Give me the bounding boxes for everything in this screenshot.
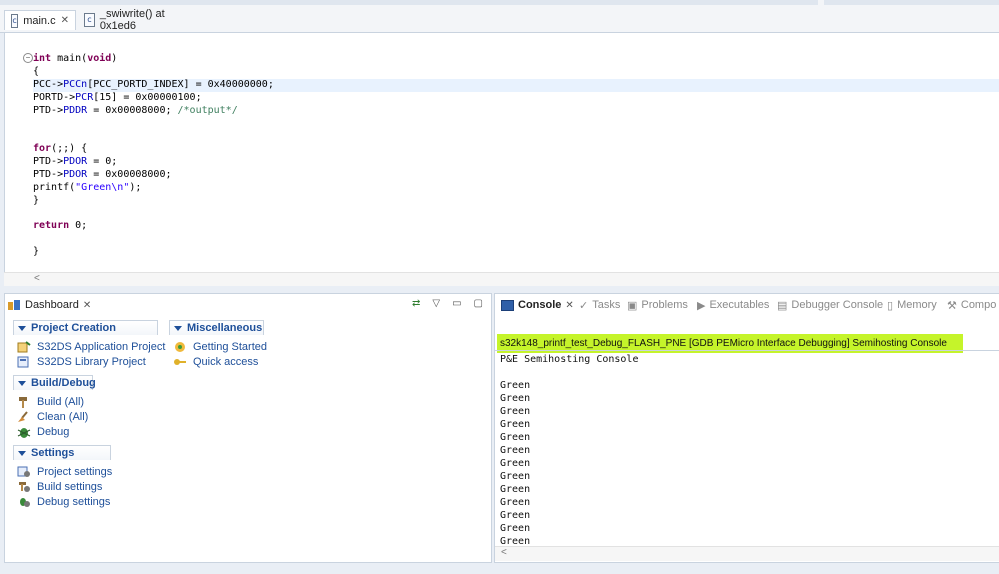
code-line: PTD->PDDR = 0x00008000; /*output*/: [33, 105, 238, 116]
code-line: PCC->PCCn[PCC_PORTD_INDEX] = 0x40000000;: [33, 79, 274, 90]
console-line: Green: [500, 419, 531, 430]
link-build-all[interactable]: Build (All): [17, 396, 84, 408]
collapse-icon: [18, 380, 26, 386]
section-miscellaneous[interactable]: Miscellaneous: [169, 320, 264, 335]
debug-settings-icon: [17, 496, 31, 508]
code-line: }: [33, 246, 40, 257]
broom-icon: [17, 411, 31, 423]
tab-console[interactable]: Console ✕: [501, 296, 574, 314]
hammer-icon: [17, 396, 31, 408]
memory-icon: ▯: [887, 299, 894, 312]
code-line: PTD->PDOR = 0x00008000;: [33, 169, 172, 180]
editor-horizontal-scrollbar[interactable]: <: [4, 272, 999, 286]
console-line: Green: [500, 510, 531, 521]
code-editor[interactable]: − int main(void) { PCC->PCCn[PCC_PORTD_I…: [4, 33, 999, 285]
link-quick-access[interactable]: Quick access: [173, 356, 258, 368]
scroll-left-icon[interactable]: <: [501, 547, 507, 558]
close-icon[interactable]: ✕: [565, 300, 573, 311]
close-icon[interactable]: ✕: [61, 15, 69, 26]
tab-debugger-console[interactable]: ▤ Debugger Console: [777, 296, 883, 314]
divider: [495, 350, 999, 351]
link-s32ds-library-project[interactable]: S32DS Library Project: [17, 356, 146, 368]
tab-dashboard[interactable]: Dashboard ✕: [7, 296, 91, 314]
code-line: PTD->PDOR = 0;: [33, 156, 118, 167]
key-icon: [173, 356, 187, 368]
console-line: Green: [500, 393, 531, 404]
console-line: Green: [500, 380, 531, 391]
code-line: int main(void): [33, 53, 118, 64]
console-line: Green: [500, 497, 531, 508]
tab-tasks[interactable]: ✓ Tasks: [579, 296, 620, 314]
collapse-icon: [18, 325, 26, 331]
dashboard-panel: Dashboard ✕ ⇄ ▽ ▭ ▢ Project Creation S32…: [4, 293, 492, 563]
console-line: Green: [500, 445, 531, 456]
section-settings[interactable]: Settings: [13, 445, 111, 460]
console-line: Green: [500, 432, 531, 443]
scroll-left-icon[interactable]: <: [34, 273, 40, 284]
code-line: }: [33, 195, 40, 206]
new-project-icon: [17, 341, 31, 353]
console-line: Green: [500, 458, 531, 469]
console-line: Green: [500, 484, 531, 495]
maximize-icon[interactable]: ▢: [474, 298, 483, 309]
debugger-console-icon: ▤: [777, 299, 788, 312]
section-build-debug[interactable]: Build/Debug: [13, 375, 96, 390]
collapse-icon: [174, 325, 182, 331]
link-clean-all[interactable]: Clean (All): [17, 411, 88, 423]
console-line: Green: [500, 523, 531, 534]
view-toolbar: ⇄ ▽ ▭ ▢: [412, 298, 483, 309]
console-line: Green: [500, 471, 531, 482]
executables-icon: ▶: [697, 299, 706, 312]
code-line: PORTD->PCR[15] = 0x00000100;: [33, 92, 202, 103]
tasks-icon: ✓: [579, 299, 589, 312]
console-horizontal-scrollbar[interactable]: <: [495, 546, 999, 561]
console-line: P&E Semihosting Console: [500, 354, 639, 365]
new-view-icon[interactable]: ⇄: [412, 298, 420, 309]
code-line: for(;;) {: [33, 143, 88, 154]
c-file-icon: c: [11, 13, 19, 28]
tab-main-c[interactable]: c main.c ✕: [4, 10, 76, 30]
link-debug[interactable]: Debug: [17, 426, 69, 438]
console-icon: [501, 299, 514, 311]
code-line: {: [33, 66, 40, 77]
view-menu-icon[interactable]: ▽: [432, 298, 440, 309]
getting-started-icon: [173, 341, 187, 353]
section-project-creation[interactable]: Project Creation: [13, 320, 158, 335]
top-strip: [0, 0, 818, 5]
top-strip-right: [824, 0, 999, 5]
link-project-settings[interactable]: Project settings: [17, 466, 112, 478]
fold-collapse-icon[interactable]: −: [23, 53, 33, 63]
c-file-icon: c: [84, 13, 95, 27]
tab-executables[interactable]: ▶ Executables: [697, 296, 769, 314]
console-line: Green: [500, 406, 531, 417]
tab-swiwrite[interactable]: c _swiwrite() at 0x1ed6: [78, 8, 198, 32]
tab-memory[interactable]: ▯ Memory: [887, 296, 937, 314]
problems-icon: ▣: [627, 299, 638, 312]
components-icon: ⚒: [947, 299, 957, 312]
build-settings-icon: [17, 481, 31, 493]
link-debug-settings[interactable]: Debug settings: [17, 496, 110, 508]
dashboard-icon: [7, 299, 21, 311]
code-line: return 0;: [33, 220, 88, 231]
tab-components[interactable]: ⚒ Compo: [947, 296, 996, 314]
collapse-icon: [18, 450, 26, 456]
link-s32ds-application-project[interactable]: S32DS Application Project: [17, 341, 165, 353]
close-icon[interactable]: ✕: [83, 300, 91, 311]
link-getting-started[interactable]: Getting Started: [173, 341, 267, 353]
link-build-settings[interactable]: Build settings: [17, 481, 102, 493]
library-project-icon: [17, 356, 31, 368]
tab-problems[interactable]: ▣ Problems: [627, 296, 688, 314]
bug-icon: [17, 426, 31, 438]
project-settings-icon: [17, 466, 31, 478]
editor-tab-bar: c main.c ✕ c _swiwrite() at 0x1ed6: [0, 0, 999, 33]
code-line: printf("Green\n");: [33, 182, 142, 193]
minimize-icon[interactable]: ▭: [452, 298, 461, 309]
console-panel: Console ✕ ✓ Tasks ▣ Problems ▶ Executables …: [494, 293, 999, 563]
